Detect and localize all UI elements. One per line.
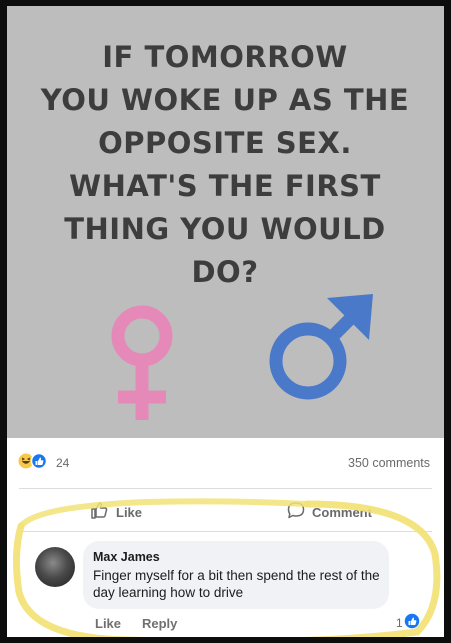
comment-reply-link[interactable]: Reply <box>142 616 177 631</box>
like-label: Like <box>116 505 143 520</box>
divider <box>19 488 432 489</box>
male-symbol-icon <box>269 294 373 400</box>
post-card: IF TOMORROW YOU WOKE UP AS THE OPPOSITE … <box>7 6 444 637</box>
reaction-count[interactable]: 24 <box>56 456 69 470</box>
like-icon <box>30 453 48 469</box>
comment-bubble: Max James Finger myself for a bit then s… <box>83 541 389 609</box>
comments-count[interactable]: 350 comments <box>348 456 430 470</box>
female-symbol-icon <box>111 305 173 420</box>
divider <box>19 531 432 532</box>
avatar[interactable] <box>35 547 75 587</box>
like-button[interactable]: Like <box>90 500 170 526</box>
comment-label: Comment <box>312 505 372 520</box>
comment-button[interactable]: Comment <box>286 500 406 526</box>
gender-symbols <box>111 294 373 420</box>
thumbs-up-icon <box>91 502 108 519</box>
comment-text: Finger myself for a bit then spend the r… <box>93 568 380 600</box>
comment-author[interactable]: Max James <box>93 550 160 564</box>
comment-like-link[interactable]: Like <box>95 616 121 631</box>
reaction-icons[interactable] <box>18 453 54 469</box>
reactions-bar: 24 350 comments <box>7 447 444 475</box>
comment-icon <box>287 502 305 519</box>
comment-like-reaction-icon[interactable] <box>396 612 426 630</box>
